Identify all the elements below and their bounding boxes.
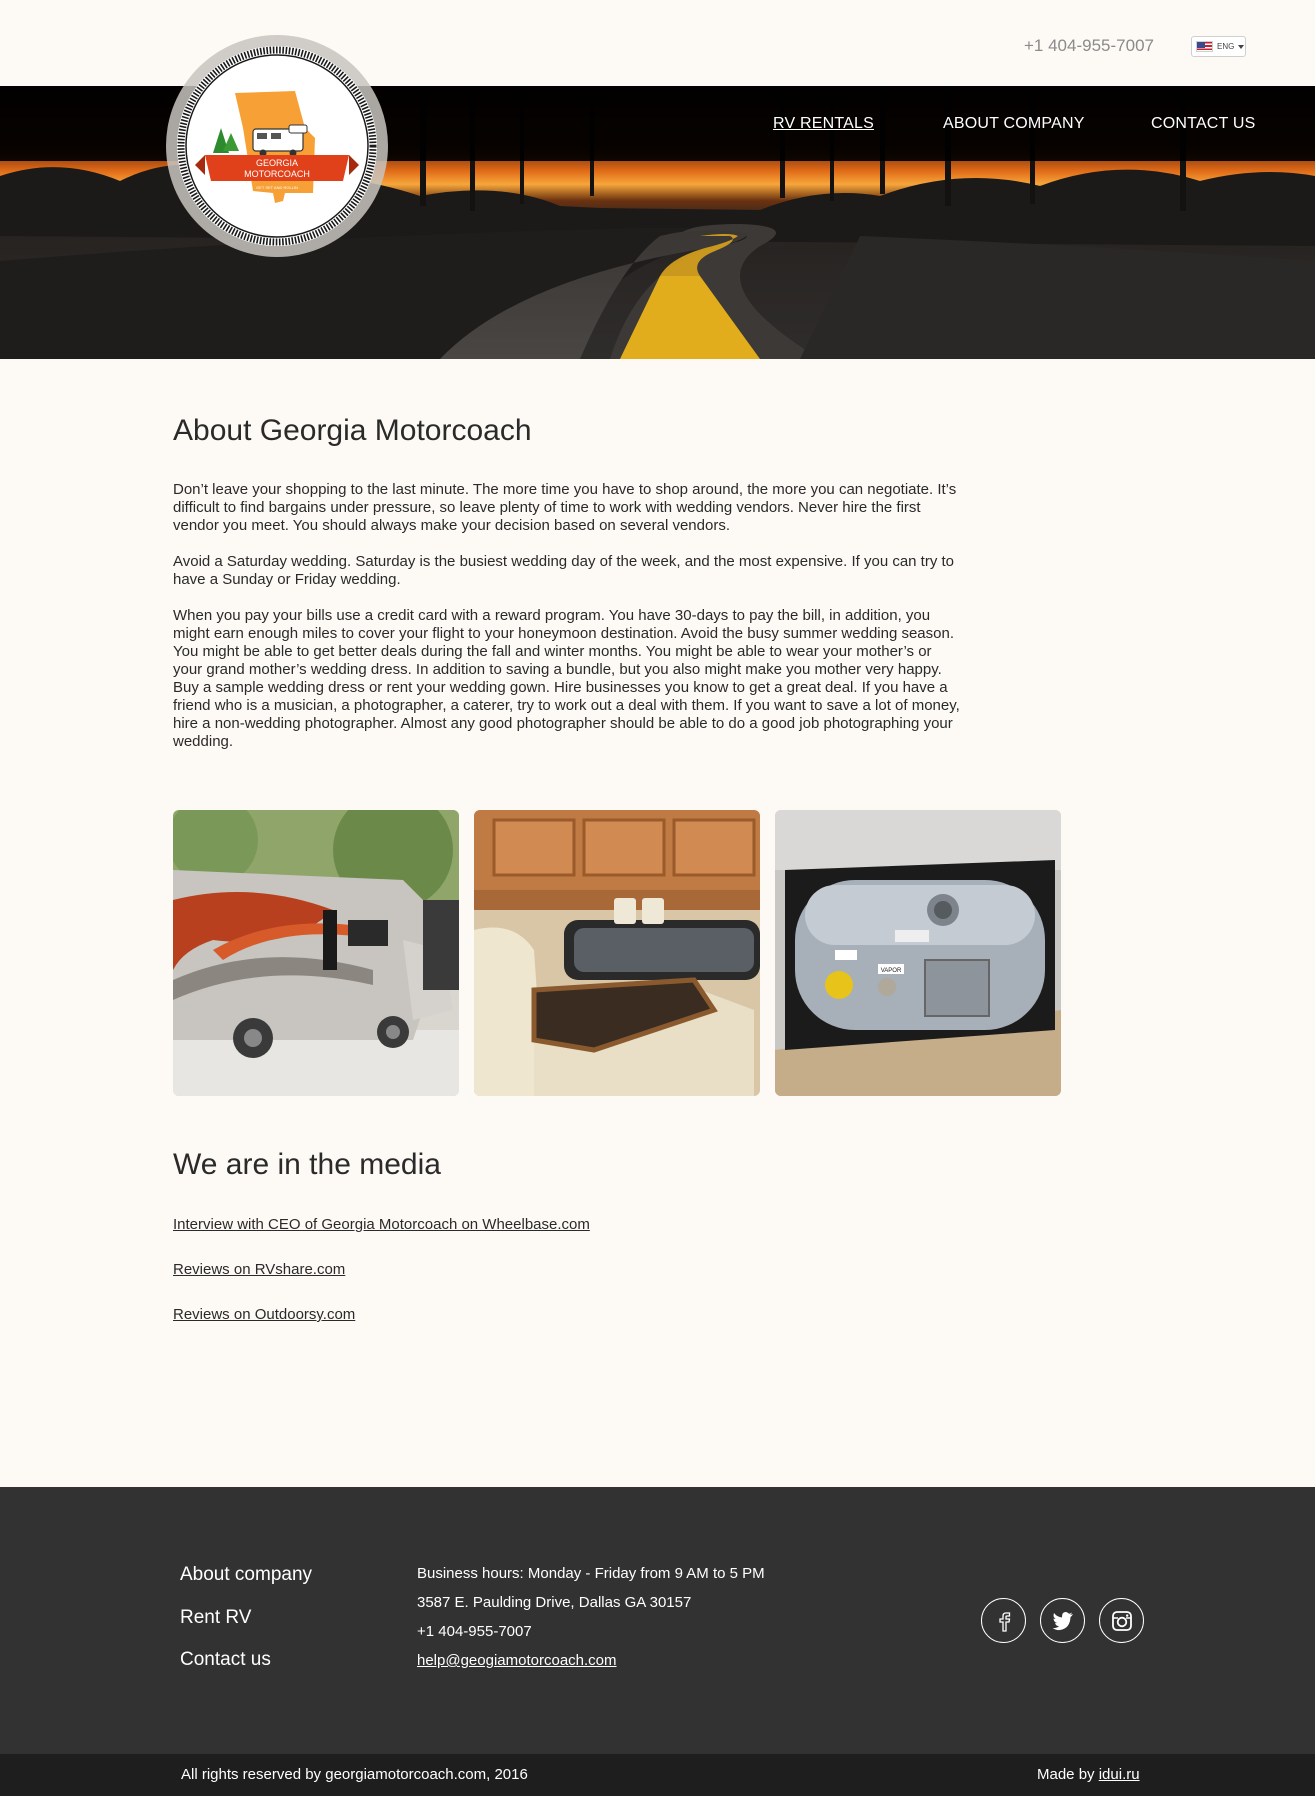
logo-tagline: GET SET AND ROLLIN [256,185,298,190]
facebook-button[interactable] [981,1598,1026,1643]
made-by-prefix: Made by [1037,1766,1095,1783]
footer-nav-about[interactable]: About company [180,1564,312,1586]
twitter-icon [1052,1611,1073,1630]
about-paragraph-1: Don’t leave your shopping to the last mi… [173,481,957,534]
language-label: ENG [1217,42,1235,51]
copyright-text: All rights reserved by georgiamotorcoach… [181,1766,528,1783]
nav-rv-rentals[interactable]: RV RENTALS [773,115,874,133]
made-by-link[interactable]: idui.ru [1099,1766,1140,1783]
made-by: Made by idui.ru [1037,1766,1140,1783]
about-paragraph-2: Avoid a Saturday wedding. Saturday is th… [173,553,955,588]
us-flag-icon [1196,41,1213,52]
media-title: We are in the media [173,1148,441,1181]
about-title: About Georgia Motorcoach [173,414,532,447]
instagram-button[interactable] [1099,1598,1144,1643]
language-select[interactable]: ENG [1191,36,1246,57]
caret-down-icon [1238,44,1245,49]
instagram-icon [1111,1610,1132,1631]
media-link-rvshare[interactable]: Reviews on RVshare.com [173,1261,345,1278]
photo-rv-interior[interactable] [474,810,760,1096]
about-paragraph-3: When you pay your bills use a credit car… [173,607,960,750]
photo-rv-exterior[interactable] [173,810,459,1096]
photo-rv-propane-tank[interactable]: VAPOR [775,810,1061,1096]
footer-email[interactable]: help@geogiamotorcoach.com [417,1652,617,1669]
footer-nav-contact[interactable]: Contact us [180,1649,271,1671]
media-link-wheelbase[interactable]: Interview with CEO of Georgia Motorcoach… [173,1216,590,1233]
media-link-outdoorsy[interactable]: Reviews on Outdoorsy.com [173,1306,355,1323]
logo-line1: GEORGIA [256,158,298,168]
footer-hours: Business hours: Monday - Friday from 9 A… [417,1565,765,1582]
nav-contact-us[interactable]: CONTACT US [1151,115,1256,133]
twitter-button[interactable] [1040,1598,1085,1643]
vapor-label: VAPOR [881,968,902,974]
site-logo[interactable]: GEORGIA MOTORCOACH GET SET AND ROLLIN [165,33,389,259]
footer-nav-rent-rv[interactable]: Rent RV [180,1607,251,1629]
nav-about-company[interactable]: ABOUT COMPANY [943,115,1085,133]
footer-phone[interactable]: +1 404-955-7007 [417,1623,532,1640]
logo-line2: MOTORCOACH [244,169,310,179]
header-phone[interactable]: +1 404-955-7007 [1024,36,1154,56]
facebook-icon [998,1611,1010,1632]
footer-address: 3587 E. Paulding Drive, Dallas GA 30157 [417,1594,692,1611]
